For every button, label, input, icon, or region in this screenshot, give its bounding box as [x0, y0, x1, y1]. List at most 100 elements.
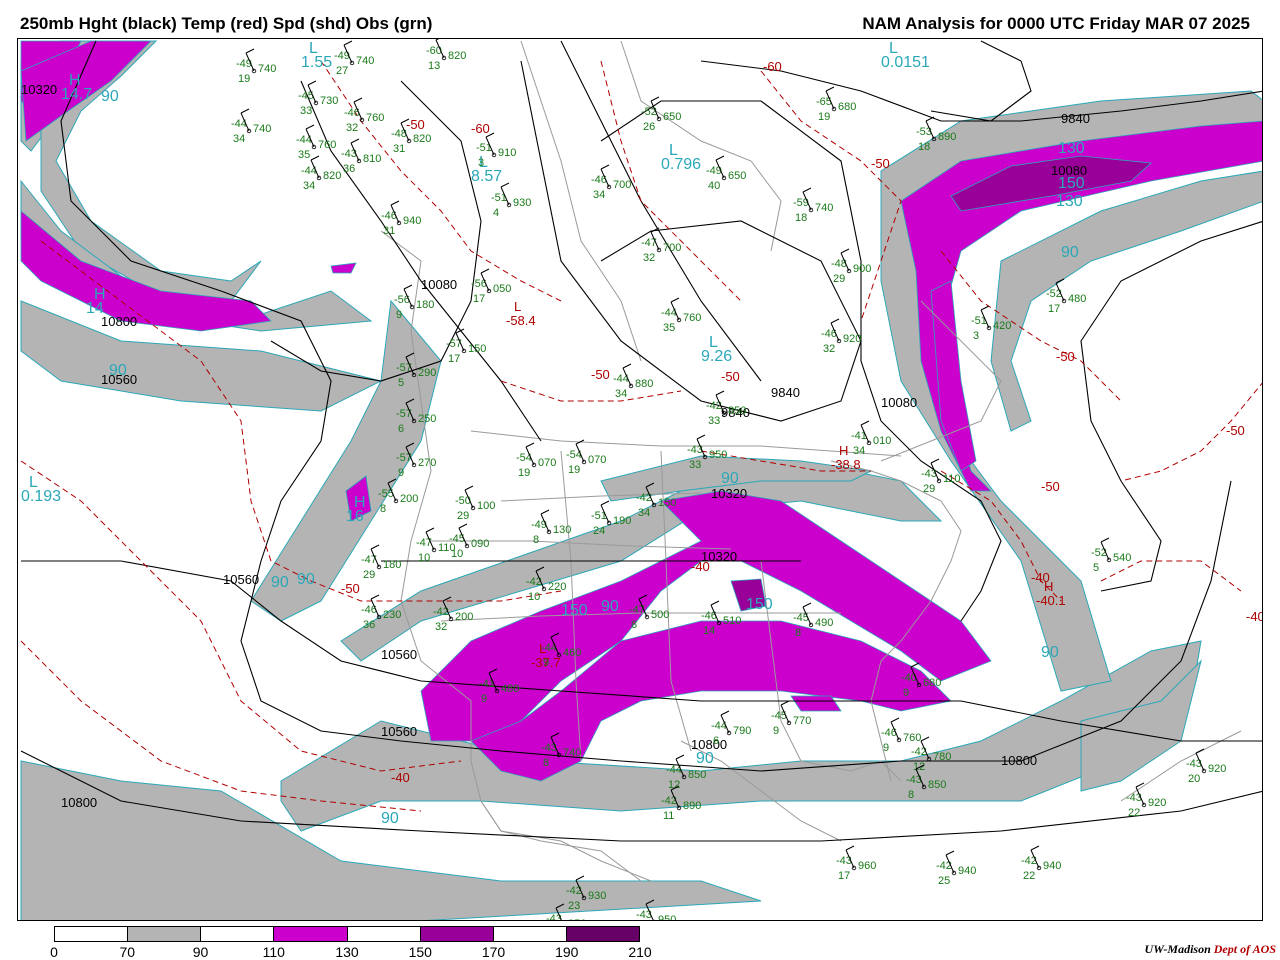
wind-barb-flag — [1100, 537, 1110, 543]
wind-barb-flag — [840, 248, 850, 254]
speed-contour-label: 130 — [1056, 193, 1083, 210]
wind-barb-flag — [600, 500, 610, 506]
station-height-label: 820 — [448, 50, 466, 62]
speed-contour-label: 90 — [601, 598, 619, 615]
station-dewpoint-label: 26 — [643, 121, 655, 133]
station-height-label: 850 — [688, 769, 706, 781]
wind-barb-flag — [720, 710, 730, 716]
wind-barb-flag — [525, 442, 535, 448]
height-contour — [930, 40, 1032, 122]
speed-band-110kt — [790, 695, 842, 712]
station-height-label: 100 — [477, 500, 495, 512]
height-contour-label: 10320 — [21, 82, 57, 97]
station-dewpoint-label: 32 — [346, 122, 358, 134]
wind-barb-flag — [480, 268, 490, 274]
station-height-label: 890 — [683, 800, 701, 812]
station-height-label: 270 — [418, 457, 436, 469]
geo-boundary — [620, 40, 782, 252]
station-height-label: 730 — [320, 95, 338, 107]
wind-barb-flag — [650, 96, 660, 102]
station-dewpoint-label: 5 — [1093, 562, 1099, 574]
height-contour — [520, 60, 862, 422]
wind-barb-flag — [435, 39, 440, 41]
legend-swatch — [55, 927, 129, 941]
station-height-label: 950 — [568, 918, 586, 921]
station-dewpoint-label: 18 — [795, 212, 807, 224]
station-dewpoint-label: 10 — [418, 552, 430, 564]
legend-tick-label: 110 — [262, 944, 285, 960]
legend-swatch — [566, 927, 639, 941]
station-dewpoint-label: 17 — [448, 353, 460, 365]
wind-barb-flag — [696, 434, 706, 440]
station-dewpoint-label: 6 — [713, 735, 719, 747]
station-dewpoint-label: 17 — [473, 293, 485, 305]
station-dewpoint-label: 29 — [923, 483, 935, 495]
station-dewpoint-label: 27 — [336, 65, 348, 77]
station-dewpoint-label: 31 — [393, 143, 405, 155]
wind-barb-flag — [710, 600, 720, 606]
height-contour-label: 10320 — [711, 486, 747, 501]
station-height-label: 960 — [858, 860, 876, 872]
station-height-label: 740 — [253, 123, 271, 135]
station-height-label: 770 — [793, 715, 811, 727]
temperature-contour-label: -40 — [391, 770, 410, 785]
station-height-label: 480 — [1068, 293, 1086, 305]
station-height-label: 490 — [815, 617, 833, 629]
station-height-label: 460 — [563, 647, 581, 659]
wind-barb-flag — [980, 305, 990, 311]
station-height-label: 940 — [403, 215, 421, 227]
station-dewpoint-label: 17 — [1048, 303, 1060, 315]
station-dewpoint-label: 34 — [303, 180, 315, 192]
station-dewpoint-label: 9 — [883, 742, 889, 754]
legend-swatch — [420, 927, 494, 941]
station-height-label: 680 — [923, 677, 941, 689]
station-height-label: 220 — [548, 581, 566, 593]
station-height-label: 420 — [993, 320, 1011, 332]
station-height-label: 850 — [728, 405, 746, 417]
wind-barb-flag — [245, 48, 255, 54]
temperature-isotherm — [500, 380, 682, 402]
legend-tick-label: 170 — [481, 944, 506, 960]
station-dewpoint-label: 11 — [663, 810, 674, 822]
station-height-label: 940 — [958, 865, 976, 877]
temperature-contour-label: -50 — [721, 369, 740, 384]
temperature-contour-label: -50 — [1226, 423, 1245, 438]
station-height-label: 700 — [613, 179, 631, 191]
wind-barb-flag — [370, 544, 380, 550]
wind-barb-flag — [845, 845, 855, 851]
legend-tick-label: 190 — [555, 944, 579, 960]
station-dewpoint-label: 34 — [638, 507, 650, 519]
center-value-label: 8.57 — [471, 168, 502, 185]
wind-barb-flag — [464, 485, 474, 491]
wind-barb-flag — [670, 297, 680, 303]
wind-barb-flag — [675, 754, 685, 760]
speed-band-110kt — [330, 262, 357, 274]
wind-barb-flag — [425, 527, 435, 533]
station-dewpoint-label: 9 — [903, 687, 909, 699]
station-height-label: 680 — [838, 101, 856, 113]
station-dewpoint-label: 10 — [528, 591, 540, 603]
wind-barb-flag — [307, 80, 317, 86]
legend-tick-label: 150 — [408, 944, 432, 960]
station-dewpoint-label: 9 — [481, 693, 487, 705]
station-dewpoint-label: 8 — [543, 757, 549, 769]
temperature-isotherm — [320, 60, 562, 302]
station-height-label: 740 — [356, 55, 374, 67]
station-height-label: 820 — [413, 133, 431, 145]
wind-barb-flag — [310, 155, 320, 161]
station-height-label: 920 — [843, 333, 861, 345]
height-contour-label: 10560 — [381, 647, 417, 662]
station-dewpoint-label: 20 — [1188, 773, 1200, 785]
center-value-label: -40.1 — [1036, 593, 1066, 608]
station-height-label: 130 — [553, 524, 571, 536]
legend-swatch — [493, 927, 567, 941]
wind-barb-flag — [860, 420, 870, 426]
station-dewpoint-label: 35 — [298, 149, 310, 161]
station-dewpoint-label: 25 — [938, 875, 950, 887]
temperature-contour-label: -40 — [691, 559, 710, 574]
geo-boundary — [470, 430, 902, 457]
speed-color-legend — [54, 926, 640, 942]
station-dewpoint-label: 35 — [663, 322, 675, 334]
speed-contour-label: 90 — [696, 750, 714, 767]
wind-barb-flag — [370, 594, 380, 600]
